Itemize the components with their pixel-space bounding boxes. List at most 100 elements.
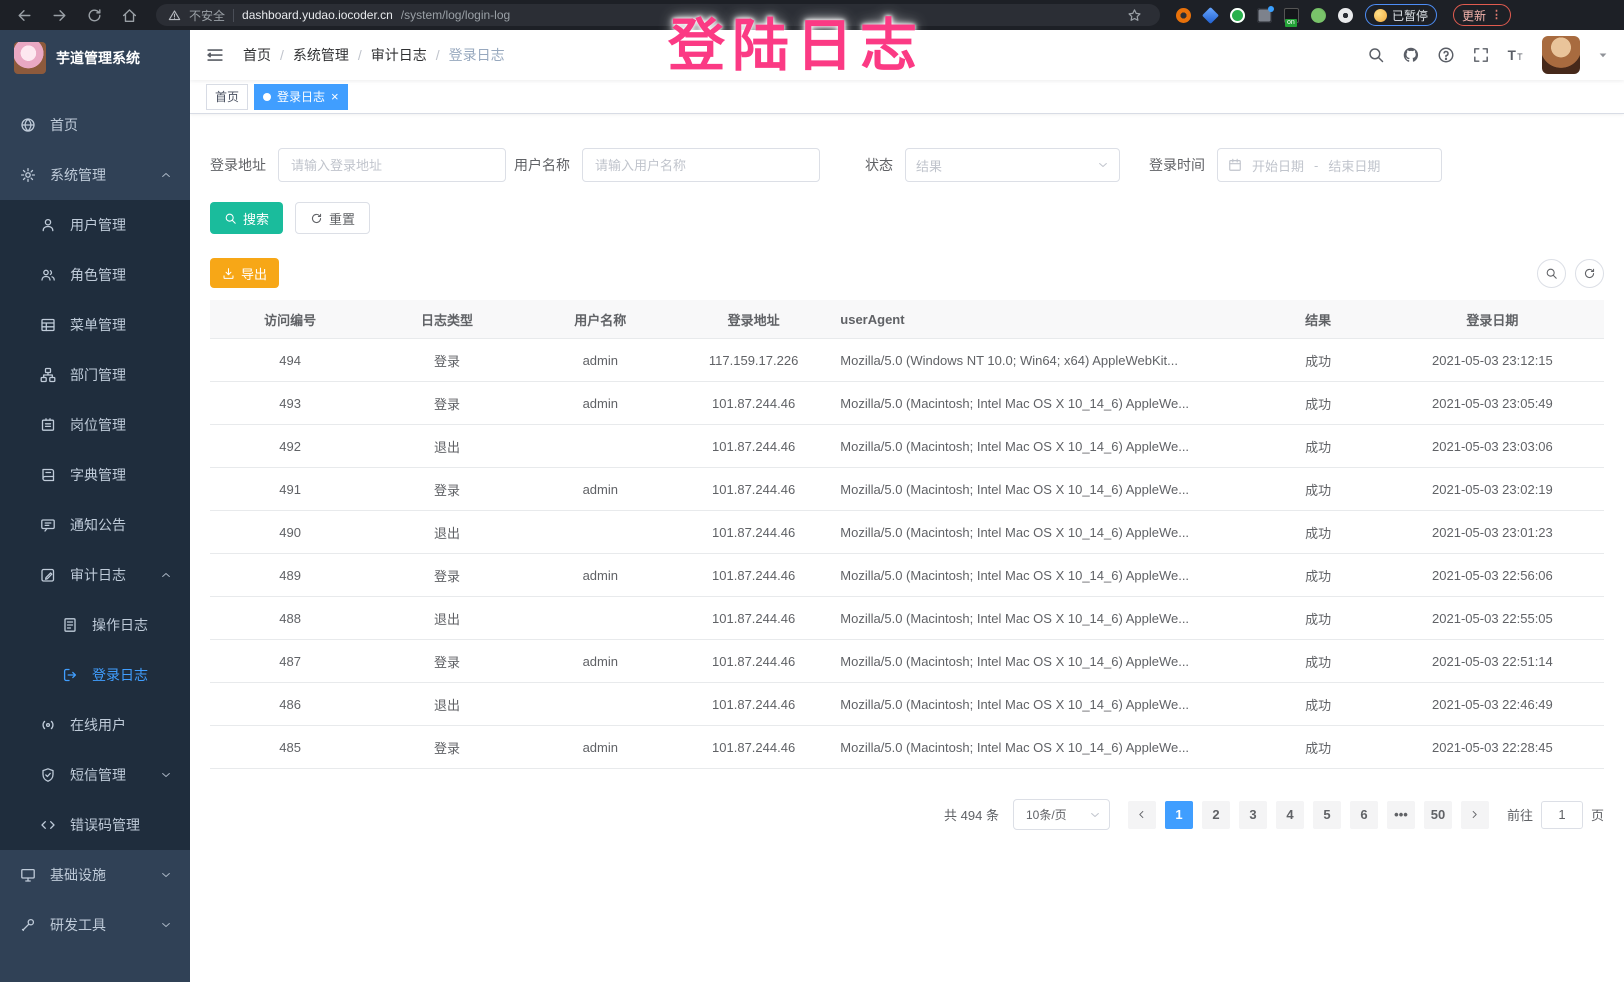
font-size-icon[interactable]: TT	[1507, 46, 1525, 64]
browser-menu-icon[interactable]: ⋮	[1491, 10, 1502, 20]
sidebar-item-menu[interactable]: 菜单管理	[0, 300, 190, 350]
sidebar-item-devtool[interactable]: 研发工具	[0, 900, 190, 950]
sidebar-item-notice[interactable]: 通知公告	[0, 500, 190, 550]
navbar-actions: TT	[1367, 36, 1609, 74]
status-select[interactable]: 结果	[905, 148, 1120, 182]
prev-page-button[interactable]	[1128, 801, 1156, 829]
forward-icon[interactable]	[51, 7, 68, 24]
home-icon[interactable]	[121, 7, 138, 24]
sidebar-item-home[interactable]: 首页	[0, 100, 190, 150]
dashboard-icon	[20, 117, 36, 133]
search-icon[interactable]	[1367, 46, 1385, 64]
more-pages-button[interactable]: •••	[1387, 801, 1415, 829]
reload-icon[interactable]	[86, 7, 103, 24]
cell-ip: 101.87.244.46	[677, 568, 830, 583]
update-badge[interactable]: 更新 ⋮	[1453, 4, 1511, 26]
tab-close-icon[interactable]: ×	[331, 90, 339, 103]
sidebar-item-label: 在线用户	[70, 715, 126, 735]
reset-button[interactable]: 重置	[295, 202, 370, 234]
back-icon[interactable]	[16, 7, 33, 24]
goto-page-input[interactable]	[1541, 801, 1583, 829]
breadcrumb-item[interactable]: 系统管理	[293, 45, 349, 65]
next-page-button[interactable]	[1461, 801, 1489, 829]
sidebar-item-dept[interactable]: 部门管理	[0, 350, 190, 400]
logininfor-icon	[62, 667, 78, 683]
address-input[interactable]	[278, 148, 506, 182]
bookmark-star-icon[interactable]	[1127, 8, 1142, 23]
sidebar-item-label: 岗位管理	[70, 415, 126, 435]
page-button-5[interactable]: 5	[1313, 801, 1341, 829]
sidebar-item-sms[interactable]: 短信管理	[0, 750, 190, 800]
sidebar-item-label: 研发工具	[50, 915, 106, 935]
download-icon	[222, 267, 235, 280]
user-avatar[interactable]	[1542, 36, 1580, 74]
end-date-placeholder: 结束日期	[1328, 156, 1380, 175]
column-header: 访问编号	[210, 310, 370, 329]
sidebar-item-dict[interactable]: 字典管理	[0, 450, 190, 500]
sidebar-item-online[interactable]: 在线用户	[0, 700, 190, 750]
column-header: 用户名称	[524, 310, 677, 329]
sidebar-item-audit[interactable]: 审计日志	[0, 550, 190, 600]
refresh-table-button[interactable]	[1575, 259, 1604, 288]
breadcrumb-separator: /	[280, 47, 284, 63]
cell-user: admin	[524, 396, 677, 411]
breadcrumb-item[interactable]: 审计日志	[371, 45, 427, 65]
navbar: 首页/系统管理/审计日志/登录日志 TT	[190, 30, 1624, 80]
address-bar[interactable]: 不安全 dashboard.yudao.iocoder.cn/system/lo…	[156, 4, 1160, 26]
tab-label: 首页	[215, 88, 239, 105]
app-title: 芋道管理系统	[56, 48, 140, 68]
cell-result: 成功	[1255, 695, 1380, 714]
extension-icon[interactable]	[1257, 8, 1272, 23]
extension-icon[interactable]	[1230, 8, 1245, 23]
extension-icon[interactable]	[1202, 7, 1219, 24]
sidebar-item-post[interactable]: 岗位管理	[0, 400, 190, 450]
login-time-range-picker[interactable]: 开始日期 - 结束日期	[1217, 148, 1442, 182]
tab-active[interactable]: 登录日志×	[254, 84, 348, 110]
address-label: 登录地址	[210, 155, 266, 175]
page-button-2[interactable]: 2	[1202, 801, 1230, 829]
cell-type: 登录	[370, 566, 523, 585]
search-button[interactable]: 搜索	[210, 202, 283, 234]
page-size-select[interactable]: 10条/页	[1013, 799, 1110, 830]
sidebar-item-infra[interactable]: 基础设施	[0, 850, 190, 900]
sidebar-item-label: 通知公告	[70, 515, 126, 535]
sidebar-item-loginlog[interactable]: 登录日志	[0, 650, 190, 700]
app-logo	[14, 42, 46, 74]
page-button-50[interactable]: 50	[1424, 801, 1452, 829]
export-button[interactable]: 导出	[210, 258, 279, 288]
cell-user: admin	[524, 568, 677, 583]
paused-extension-badge[interactable]: 已暂停	[1365, 4, 1437, 26]
cell-id: 488	[210, 611, 370, 626]
username-input[interactable]	[582, 148, 820, 182]
page-button-1[interactable]: 1	[1165, 801, 1193, 829]
breadcrumb-item[interactable]: 首页	[243, 45, 271, 65]
sidebar-logo-row[interactable]: 芋道管理系统	[0, 30, 190, 86]
avatar-caret-down-icon[interactable]	[1597, 49, 1609, 61]
hamburger-icon[interactable]	[205, 45, 225, 65]
audit-icon	[40, 567, 56, 583]
cell-result: 成功	[1255, 609, 1380, 628]
page-button-6[interactable]: 6	[1350, 801, 1378, 829]
fullscreen-icon[interactable]	[1472, 46, 1490, 64]
table-row: 486退出101.87.244.46Mozilla/5.0 (Macintosh…	[210, 683, 1604, 726]
page-button-4[interactable]: 4	[1276, 801, 1304, 829]
help-icon[interactable]	[1437, 46, 1455, 64]
sidebar-item-system[interactable]: 系统管理	[0, 150, 190, 200]
cell-ua: Mozilla/5.0 (Macintosh; Intel Mac OS X 1…	[830, 482, 1255, 497]
extension-icon[interactable]	[1338, 8, 1353, 23]
extension-icon[interactable]	[1284, 8, 1299, 23]
extension-icon[interactable]	[1176, 8, 1191, 23]
tab-inactive[interactable]: 首页	[206, 84, 248, 110]
sidebar-item-errcode[interactable]: 错误码管理	[0, 800, 190, 850]
toggle-search-button[interactable]	[1537, 259, 1566, 288]
sidebar-item-operlog[interactable]: 操作日志	[0, 600, 190, 650]
extension-icon[interactable]	[1311, 8, 1326, 23]
reset-button-label: 重置	[329, 209, 355, 228]
cell-id: 490	[210, 525, 370, 540]
sidebar-item-user[interactable]: 用户管理	[0, 200, 190, 250]
sidebar-item-role[interactable]: 角色管理	[0, 250, 190, 300]
github-icon[interactable]	[1402, 46, 1420, 64]
page-button-3[interactable]: 3	[1239, 801, 1267, 829]
page-size-value: 10条/页	[1026, 806, 1089, 823]
cell-time: 2021-05-03 22:28:45	[1381, 740, 1604, 755]
